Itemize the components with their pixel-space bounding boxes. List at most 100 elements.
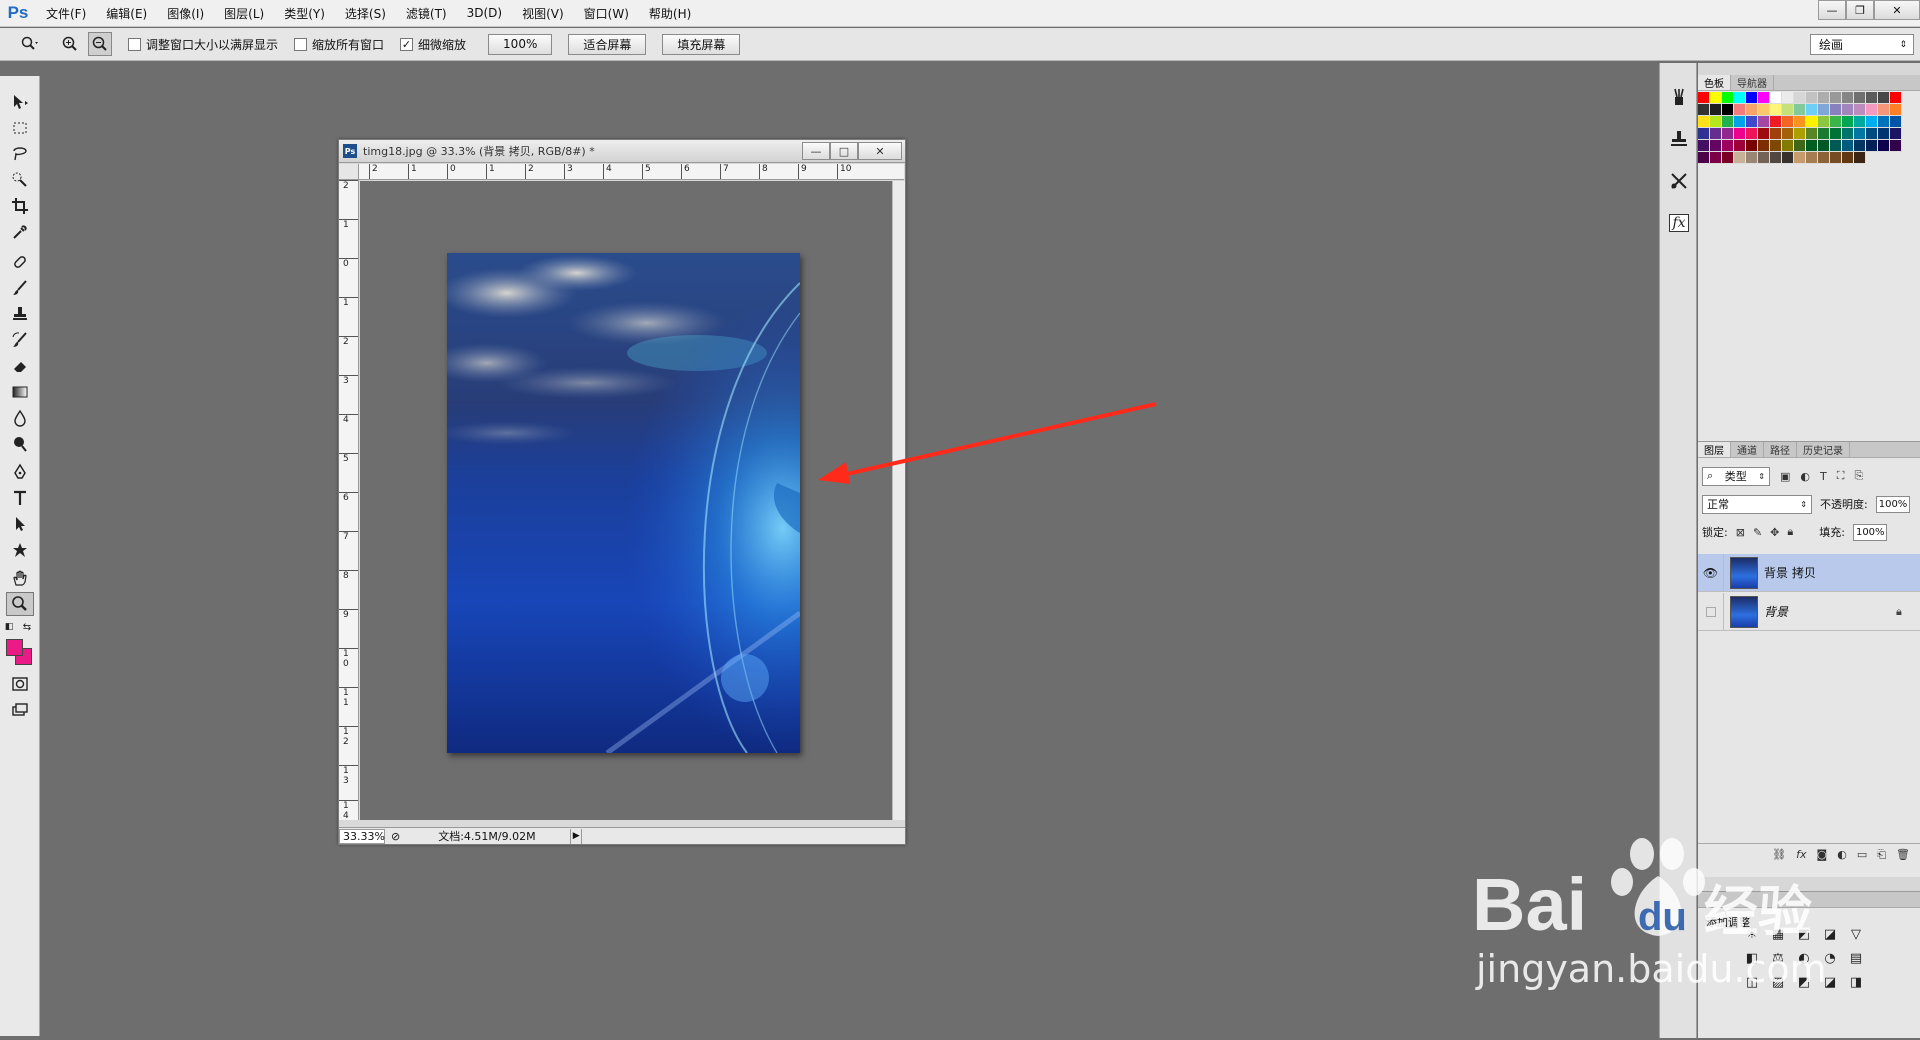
lock-transparent-icon[interactable]: ⊠ bbox=[1736, 526, 1745, 539]
color-swatch[interactable] bbox=[1866, 140, 1878, 152]
color-swatch[interactable] bbox=[1794, 116, 1806, 128]
lasso-tool-icon[interactable] bbox=[6, 142, 34, 166]
dodge-tool-icon[interactable] bbox=[6, 432, 34, 456]
workspace-select[interactable]: 绘画 ⇕ bbox=[1810, 34, 1914, 55]
layer-filter-select[interactable]: ⌕ 类型 ⇕ bbox=[1702, 466, 1770, 486]
color-swatch[interactable] bbox=[1758, 140, 1770, 152]
add-mask-icon[interactable]: ◙ bbox=[1817, 848, 1828, 861]
color-swatch[interactable] bbox=[1818, 116, 1830, 128]
color-swatch[interactable] bbox=[1794, 92, 1806, 104]
color-swatch[interactable] bbox=[1698, 104, 1710, 116]
color-swatch[interactable] bbox=[1890, 104, 1902, 116]
color-swatch[interactable] bbox=[1758, 116, 1770, 128]
color-swatch[interactable] bbox=[1890, 92, 1902, 104]
lock-all-icon[interactable]: 🔒︎ bbox=[1787, 525, 1793, 539]
color-swatch[interactable] bbox=[1734, 140, 1746, 152]
color-swatch[interactable] bbox=[1722, 140, 1734, 152]
curves-icon[interactable]: ◩ bbox=[1792, 922, 1816, 946]
new-group-icon[interactable]: ▭ bbox=[1857, 848, 1867, 861]
layer-name[interactable]: 背景 bbox=[1764, 603, 1896, 620]
exposure-icon[interactable]: ◪ bbox=[1818, 922, 1842, 946]
color-swatch[interactable] bbox=[1734, 128, 1746, 140]
zoom-level-field[interactable]: 33.33% bbox=[339, 828, 385, 844]
color-swatch[interactable] bbox=[1854, 140, 1866, 152]
custom-shape-tool-icon[interactable] bbox=[6, 538, 34, 562]
hue-saturation-icon[interactable]: ◧ bbox=[1740, 946, 1764, 970]
color-swatch[interactable] bbox=[1782, 152, 1794, 164]
color-swatch[interactable] bbox=[1710, 92, 1722, 104]
color-swatch[interactable] bbox=[1854, 128, 1866, 140]
color-swatch[interactable] bbox=[1758, 128, 1770, 140]
color-swatch[interactable] bbox=[1698, 92, 1710, 104]
zoom-all-checkbox-box[interactable] bbox=[294, 37, 308, 51]
threshold-icon[interactable]: ◩ bbox=[1792, 970, 1816, 994]
menu-select[interactable]: 选择(S) bbox=[335, 5, 396, 22]
color-swatch[interactable] bbox=[1878, 104, 1890, 116]
color-swatch[interactable] bbox=[1866, 128, 1878, 140]
healing-brush-tool-icon[interactable] bbox=[6, 250, 34, 274]
styles-fx-icon[interactable]: fx bbox=[1665, 209, 1693, 237]
gradient-map-icon[interactable]: ◪ bbox=[1818, 970, 1842, 994]
clone-source-icon[interactable] bbox=[1665, 125, 1693, 153]
fx-icon[interactable]: fx bbox=[1796, 848, 1806, 861]
color-swatch[interactable] bbox=[1770, 104, 1782, 116]
color-swatch[interactable] bbox=[1818, 104, 1830, 116]
menu-window[interactable]: 窗口(W) bbox=[574, 5, 639, 22]
menu-edit[interactable]: 编辑(E) bbox=[96, 5, 157, 22]
scrubby-zoom-checkbox[interactable]: ✓ 细微缩放 bbox=[400, 36, 466, 53]
color-swatch[interactable] bbox=[1830, 140, 1842, 152]
color-swatch[interactable] bbox=[1722, 152, 1734, 164]
hand-tool-icon[interactable] bbox=[6, 566, 34, 590]
color-swatch[interactable] bbox=[1722, 116, 1734, 128]
tab-navigator[interactable]: 导航器 bbox=[1731, 75, 1774, 90]
color-swatch[interactable] bbox=[1746, 92, 1758, 104]
black-white-icon[interactable]: ◐ bbox=[1792, 946, 1816, 970]
color-swatch[interactable] bbox=[1770, 92, 1782, 104]
filter-smart-object-icon[interactable]: ⎘ bbox=[1854, 469, 1863, 483]
scrubby-zoom-checkbox-box[interactable]: ✓ bbox=[400, 37, 414, 51]
color-swatch[interactable] bbox=[1806, 116, 1818, 128]
tab-swatches[interactable]: 色板 bbox=[1698, 75, 1731, 90]
invert-icon[interactable]: ◫ bbox=[1740, 970, 1764, 994]
pen-tool-icon[interactable] bbox=[6, 460, 34, 484]
color-swatch[interactable] bbox=[1758, 152, 1770, 164]
visibility-toggle[interactable] bbox=[1698, 592, 1724, 631]
move-tool-icon[interactable] bbox=[6, 90, 34, 114]
color-swatch[interactable] bbox=[1770, 152, 1782, 164]
color-swatch[interactable] bbox=[1710, 116, 1722, 128]
color-balance-icon[interactable]: ⚖ bbox=[1766, 946, 1790, 970]
ruler-origin[interactable] bbox=[339, 164, 359, 180]
eye-icon[interactable]: 👁︎ bbox=[1698, 553, 1724, 592]
color-swatch[interactable] bbox=[1770, 128, 1782, 140]
quick-mask-icon[interactable] bbox=[6, 672, 34, 696]
color-swatch[interactable] bbox=[1842, 128, 1854, 140]
type-tool-icon[interactable] bbox=[6, 486, 34, 510]
color-swatch[interactable] bbox=[1698, 140, 1710, 152]
color-swatch[interactable] bbox=[1818, 140, 1830, 152]
color-swatch[interactable] bbox=[1830, 116, 1842, 128]
filter-type-icon[interactable]: T bbox=[1820, 470, 1827, 483]
vertical-ruler[interactable]: 2 1 0 1 2 3 4 5 6 7 8 9 1 0 1 1 1 2 1 3 … bbox=[339, 180, 359, 820]
zoom-out-icon[interactable] bbox=[88, 32, 112, 56]
selective-color-icon[interactable]: ◨ bbox=[1844, 970, 1868, 994]
color-swatch[interactable] bbox=[1746, 128, 1758, 140]
color-swatch[interactable] bbox=[1782, 104, 1794, 116]
menu-file[interactable]: 文件(F) bbox=[36, 5, 96, 22]
brush-presets-icon[interactable] bbox=[1665, 83, 1693, 111]
color-swatch[interactable] bbox=[1878, 140, 1890, 152]
menu-view[interactable]: 视图(V) bbox=[512, 5, 574, 22]
filter-pixel-icon[interactable]: ▣ bbox=[1780, 470, 1790, 483]
color-swatch[interactable] bbox=[1890, 116, 1902, 128]
color-swatch[interactable] bbox=[1878, 92, 1890, 104]
menu-3d[interactable]: 3D(D) bbox=[457, 6, 512, 20]
color-swatch[interactable] bbox=[1866, 92, 1878, 104]
fill-input[interactable]: 100% bbox=[1852, 523, 1887, 541]
status-info-icon[interactable]: ⊘ bbox=[391, 830, 400, 843]
color-swatch[interactable] bbox=[1854, 116, 1866, 128]
color-swatch[interactable] bbox=[1830, 92, 1842, 104]
blend-mode-select[interactable]: 正常 ⇕ bbox=[1702, 494, 1812, 514]
layer-row[interactable]: 背景 🔒︎ bbox=[1698, 592, 1920, 631]
color-swatch[interactable] bbox=[1698, 128, 1710, 140]
tab-channels[interactable]: 通道 bbox=[1731, 442, 1764, 457]
menu-filter[interactable]: 滤镜(T) bbox=[396, 5, 457, 22]
